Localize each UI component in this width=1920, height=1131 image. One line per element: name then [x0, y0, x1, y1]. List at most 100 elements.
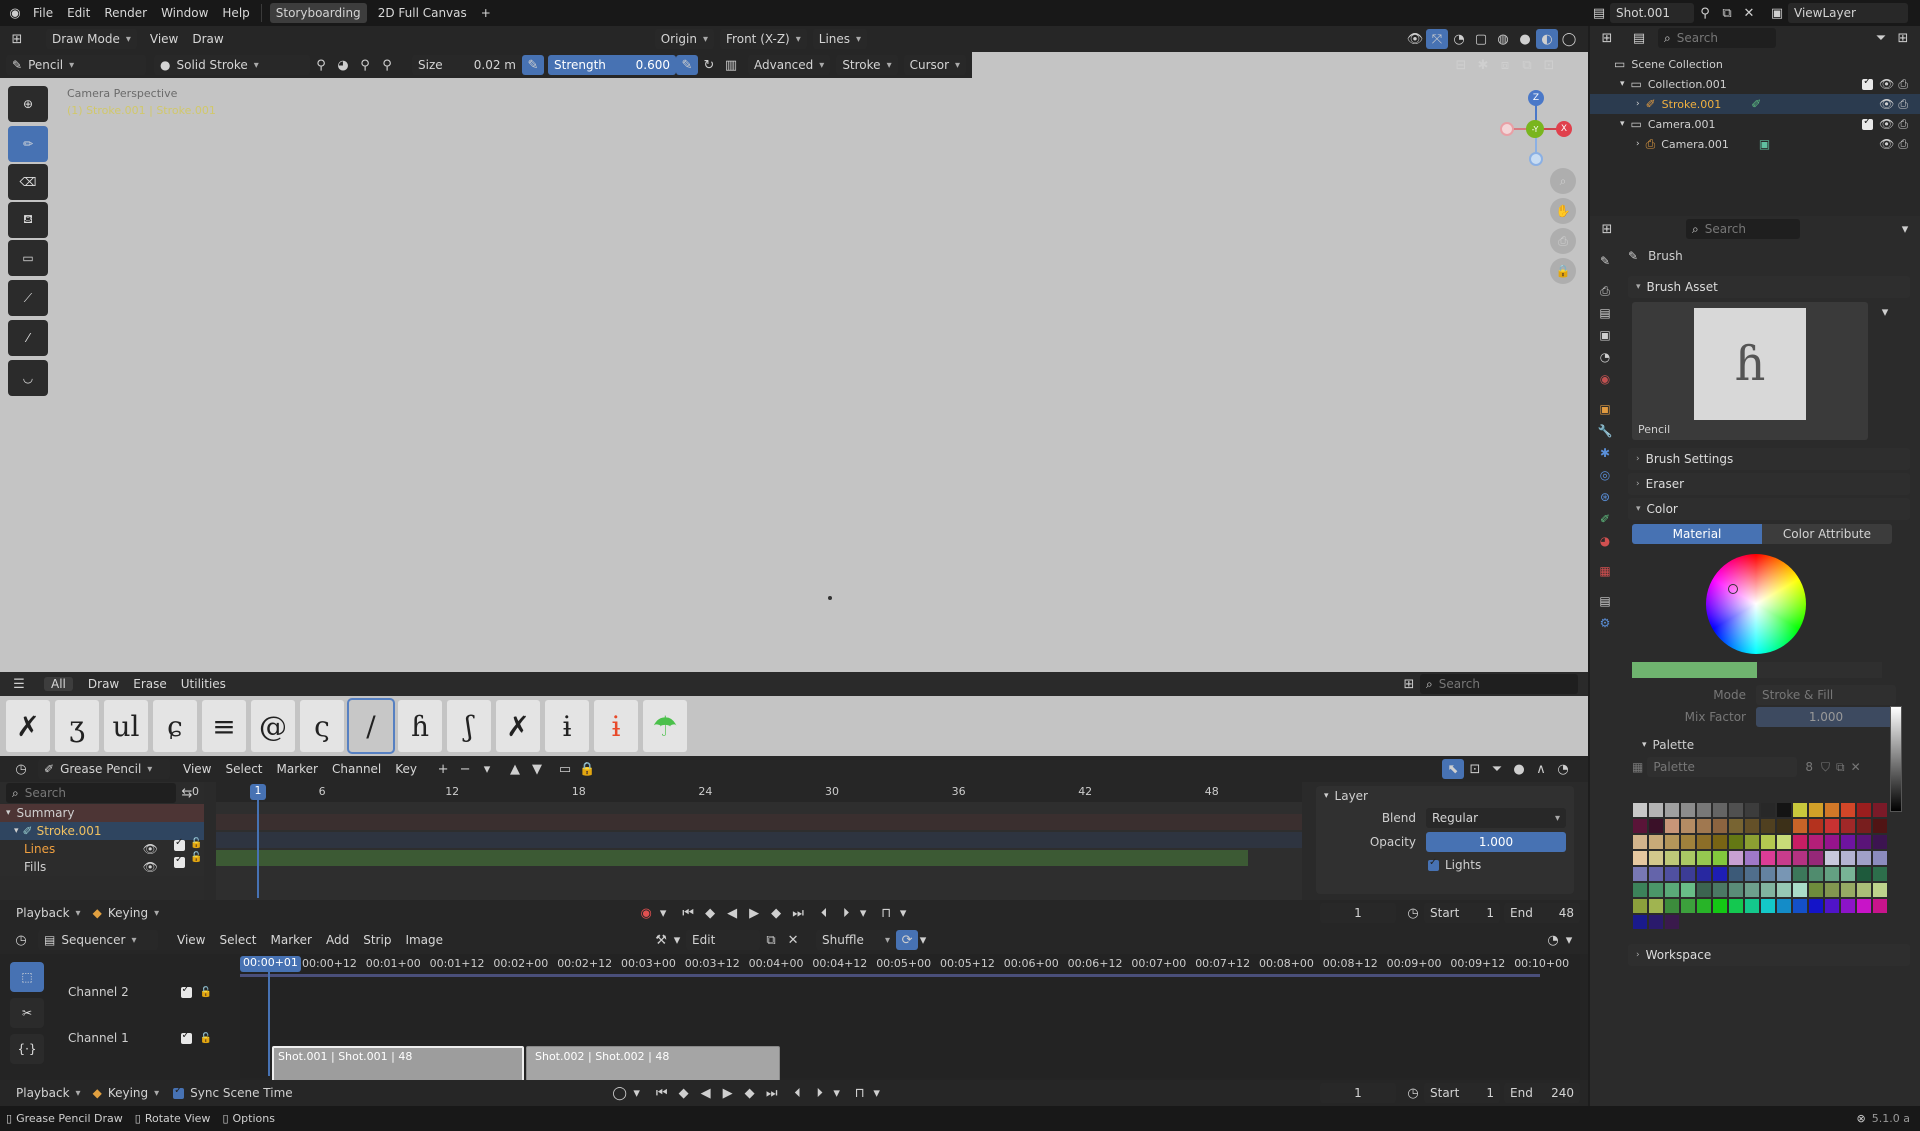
new-collection-icon[interactable]: ⊞ [1892, 28, 1914, 48]
palette-swatch[interactable] [1633, 915, 1647, 929]
channel-2[interactable]: Channel 2 🔓 [56, 982, 212, 1002]
palette-swatch[interactable] [1841, 803, 1855, 817]
shelf-display-icon[interactable]: ⊞ [1398, 674, 1420, 694]
palette-swatch[interactable] [1729, 835, 1743, 849]
xray-icon[interactable]: ▢ [1470, 29, 1492, 49]
seq-close-icon[interactable]: ✕ [782, 930, 804, 950]
palette-swatch[interactable] [1697, 899, 1711, 913]
palette-swatch[interactable] [1729, 851, 1743, 865]
wireframe-shading-icon[interactable]: ◍ [1492, 29, 1514, 49]
seq-menu-marker[interactable]: Marker [264, 933, 319, 947]
palette-swatch[interactable] [1681, 803, 1695, 817]
jump-end-icon[interactable]: ⏭ [787, 903, 809, 923]
palette-swatch[interactable] [1777, 835, 1791, 849]
solid-shading-icon[interactable]: ● [1514, 29, 1536, 49]
gizmo-neg-z[interactable] [1529, 152, 1543, 166]
ds-overlay-icon[interactable]: ◔ [1552, 759, 1574, 779]
palette-swatch[interactable] [1761, 867, 1775, 881]
channel-summary[interactable]: ▾ Summary [0, 804, 204, 822]
palette-swatch[interactable] [1873, 819, 1887, 833]
brush-thumbnail[interactable]: ☂ [643, 700, 687, 752]
dopesheet-mode-dropdown[interactable]: ✐ Grease Pencil [38, 759, 170, 779]
pin-icon-2[interactable]: ⚲ [354, 55, 376, 75]
properties-options-icon[interactable]: ▾ [1894, 219, 1916, 239]
palette-swatch[interactable] [1697, 835, 1711, 849]
palette-swatch[interactable] [1697, 851, 1711, 865]
object-tab-icon[interactable]: ▣ [1594, 398, 1616, 420]
ds-start-field[interactable]: Start 1 [1424, 903, 1500, 923]
gizmo-x[interactable]: X [1556, 121, 1572, 137]
palette-swatch[interactable] [1665, 915, 1679, 929]
palette-swatch[interactable] [1713, 835, 1727, 849]
palette-swatch[interactable] [1857, 819, 1871, 833]
menu-help[interactable]: Help [215, 6, 256, 20]
palette-subsection[interactable]: ▾ Palette [1622, 734, 1916, 756]
palette-swatch[interactable] [1665, 819, 1679, 833]
tab-storyboarding[interactable]: Storyboarding [269, 3, 367, 23]
view-layer-tab-icon[interactable]: ▣ [1594, 324, 1616, 346]
brush-thumbnail[interactable]: ɦ [398, 700, 442, 752]
sphere-icon[interactable]: ◕ [332, 55, 354, 75]
palette-swatch[interactable] [1841, 851, 1855, 865]
seq-jump-start-icon[interactable]: ⏮ [651, 1083, 673, 1103]
menu-file[interactable]: File [26, 6, 60, 20]
palette-swatch[interactable] [1649, 851, 1663, 865]
color-attribute-tab[interactable]: Color Attribute [1762, 524, 1892, 544]
palette-name-field[interactable]: Palette [1647, 757, 1798, 777]
palette-swatch[interactable] [1745, 899, 1759, 913]
palette-new-icon[interactable]: ⧉ [1836, 760, 1845, 775]
palette-swatch[interactable] [1809, 803, 1823, 817]
cursor-dropdown[interactable]: Cursor [903, 55, 967, 75]
palette-swatch[interactable] [1745, 819, 1759, 833]
next-key-icon[interactable]: ◆ [765, 903, 787, 923]
shelf-menu-icon[interactable]: ☰ [8, 674, 30, 694]
channel-2-mute-check[interactable] [180, 984, 192, 998]
ds-curve-icon[interactable]: ∧ [1530, 759, 1552, 779]
time-ruler[interactable]: 00:00+12 00:01+00 00:01+12 00:02+00 00:02+12… [240, 954, 1580, 974]
ds-rec-chevron-icon[interactable]: ▾ [657, 903, 669, 923]
pressure-strength-icon[interactable]: ✎ [676, 55, 698, 75]
lines-lock-icon[interactable]: 🔓 [190, 838, 202, 849]
channel-search-input[interactable]: ⌕ Search [6, 783, 176, 803]
multiframe-icon[interactable]: ⧈ [1494, 55, 1516, 75]
palette-swatch[interactable] [1777, 867, 1791, 881]
palette-swatch[interactable] [1665, 851, 1679, 865]
palette-swatch[interactable] [1857, 851, 1871, 865]
color-swatch[interactable] [1632, 662, 1882, 678]
palette-swatch[interactable] [1841, 883, 1855, 897]
chevron-down-icon[interactable]: ▾ [476, 759, 498, 779]
gizmo-neg-x[interactable] [1500, 122, 1514, 136]
channel-1-lock-icon[interactable]: 🔓 [200, 1033, 212, 1044]
effects-tab-icon[interactable]: ✱ [1594, 442, 1616, 464]
new-scene-icon[interactable]: ⧉ [1716, 3, 1738, 23]
stroke-001-camera-icon[interactable]: ⎙ [1898, 97, 1908, 112]
palette-swatch[interactable] [1729, 883, 1743, 897]
ds-snap-chevron-icon[interactable]: ▾ [897, 903, 909, 923]
palette-swatch[interactable] [1729, 867, 1743, 881]
sync-scene-time-check[interactable] [173, 1085, 185, 1099]
pin-icon-3[interactable]: ⚲ [376, 55, 398, 75]
palette-swatch[interactable] [1825, 899, 1839, 913]
channel-2-lock-icon[interactable]: 🔓 [200, 987, 212, 998]
tint-tool[interactable]: ⟋ [8, 280, 48, 316]
strength-slider[interactable]: Strength 0.600 [548, 55, 676, 75]
palette-swatch[interactable] [1825, 835, 1839, 849]
seq-keying-dropdown[interactable]: ◆ Keying [87, 1083, 166, 1103]
palette-swatch[interactable] [1761, 803, 1775, 817]
seq-overlay-chevron-icon[interactable]: ▾ [1564, 930, 1574, 950]
menu-render[interactable]: Render [97, 6, 154, 20]
palette-swatch[interactable] [1793, 835, 1807, 849]
clock-icon[interactable]: ◷ [1402, 903, 1424, 923]
seq-snap-icon-2[interactable]: ⊓ [849, 1083, 871, 1103]
camera-001-eye-icon[interactable]: 👁 [1879, 137, 1894, 151]
shape-tool[interactable]: ▭ [8, 240, 48, 276]
palette-swatch[interactable] [1809, 899, 1823, 913]
color-section[interactable]: ▾ Color [1628, 498, 1910, 520]
brush-thumbnail[interactable]: ʒ [55, 700, 99, 752]
eyedropper-tool[interactable]: ⁄ [8, 320, 48, 356]
scene-tab-icon[interactable]: ◔ [1594, 346, 1616, 368]
play-reverse-icon[interactable]: ◀ [721, 903, 743, 923]
palette-swatch[interactable] [1809, 867, 1823, 881]
palette-swatch[interactable] [1825, 803, 1839, 817]
palette-swatch[interactable] [1793, 803, 1807, 817]
